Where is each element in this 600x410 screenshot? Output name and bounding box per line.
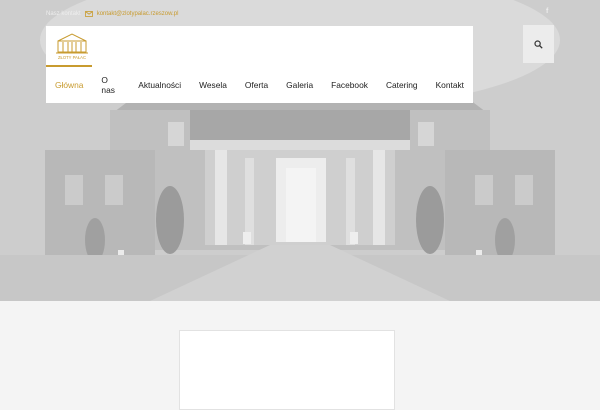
site-header: ZŁOTY PAŁAC Główna O nas Aktualności Wes… <box>46 26 473 103</box>
nav-item-kontakt[interactable]: Kontakt <box>427 66 473 103</box>
nav-item-galeria[interactable]: Galeria <box>277 66 322 103</box>
contact-label: Nasz kontakt <box>46 11 81 17</box>
logo-text: ZŁOTY PAŁAC <box>58 55 86 60</box>
nav-item-catering[interactable]: Catering <box>377 66 427 103</box>
nav-item-aktualnosci[interactable]: Aktualności <box>129 66 190 103</box>
nav-item-o-nas[interactable]: O nas <box>92 66 129 103</box>
content-card <box>179 330 395 410</box>
nav-item-wesela[interactable]: Wesela <box>190 66 236 103</box>
palace-logo-icon[interactable]: ZŁOTY PAŁAC <box>54 32 90 62</box>
nav-item-glowna[interactable]: Główna <box>46 65 93 103</box>
contact-email-link[interactable]: kontakt@zlotypalac.rzeszow.pl <box>97 11 179 17</box>
top-contact-bar: Nasz kontakt kontakt@zlotypalac.rzeszow.… <box>46 8 178 20</box>
main-navigation: Główna O nas Aktualności Wesela Oferta G… <box>46 65 473 103</box>
facebook-icon[interactable]: f <box>546 8 548 15</box>
nav-item-facebook[interactable]: Facebook <box>322 66 377 103</box>
mail-icon <box>84 11 93 17</box>
search-icon <box>534 39 543 49</box>
search-button[interactable] <box>523 25 554 63</box>
nav-item-oferta[interactable]: Oferta <box>236 66 277 103</box>
